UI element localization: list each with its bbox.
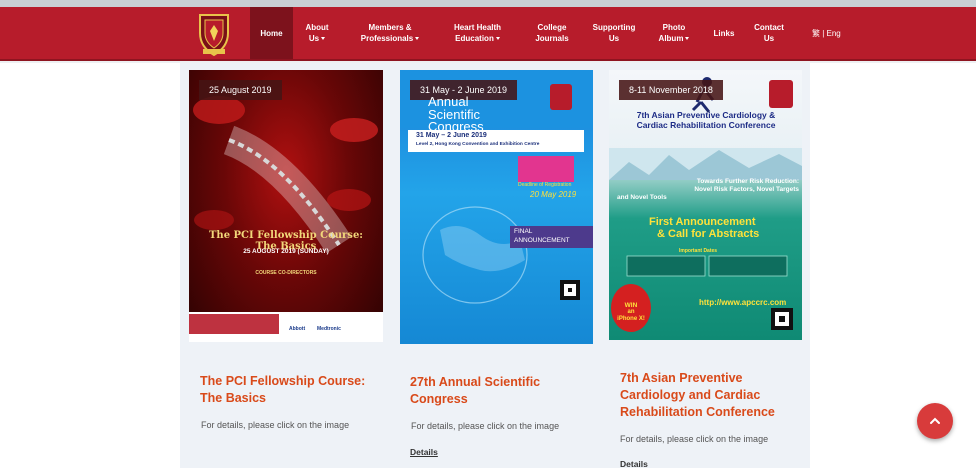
blood-vessel-illustration bbox=[189, 96, 383, 342]
chevron-down-icon bbox=[495, 37, 500, 41]
nav-contact-us[interactable]: Contact Us bbox=[750, 7, 788, 59]
card-title-line: 27th Annual Scientific bbox=[410, 375, 541, 389]
details-link[interactable]: Details bbox=[620, 459, 648, 468]
nav-links[interactable]: Links bbox=[707, 7, 741, 59]
nav-supporting-label-2: Us bbox=[608, 34, 620, 43]
card-title-line: Rehabilitation Conference bbox=[620, 405, 775, 419]
nav-home[interactable]: Home bbox=[250, 7, 293, 59]
nav-college-label-2: Journals bbox=[535, 34, 569, 43]
poster-deadline-label: Deadline of Registration bbox=[518, 182, 572, 188]
nav-contact-label-2: Us bbox=[763, 34, 775, 43]
scroll-to-top-button[interactable] bbox=[917, 403, 953, 439]
nav-supporting-label-1: Supporting bbox=[592, 23, 636, 32]
poster-final: FINAL bbox=[514, 228, 533, 235]
poster-venue: Level 2, Hong Kong Convention and Exhibi… bbox=[416, 142, 540, 147]
card-title-line: 7th Asian Preventive bbox=[620, 371, 743, 385]
nav-members-professionals[interactable]: Members & Professionals bbox=[355, 7, 425, 59]
nav-college-journals[interactable]: College Journals bbox=[527, 7, 577, 59]
details-link[interactable]: Details bbox=[410, 447, 438, 457]
poster-announce-2: & Call for Abstracts bbox=[657, 228, 760, 240]
card-description: For details, please click on the image bbox=[620, 434, 769, 444]
nav-members-label-1: Members & bbox=[368, 23, 412, 32]
card-title-line: The PCI Fellowship Course: bbox=[200, 374, 366, 388]
poster-deadline: 20 May 2019 bbox=[530, 190, 577, 199]
college-crest-logo[interactable] bbox=[195, 11, 233, 57]
event-date-badge: 25 August 2019 bbox=[199, 80, 282, 100]
chevron-down-icon bbox=[685, 37, 690, 41]
nav-photo-album[interactable]: Photo Album bbox=[653, 7, 695, 59]
poster-dates-label: Important Dates bbox=[679, 248, 718, 254]
card-title-pci-course[interactable]: The PCI Fellowship Course: The Basics bbox=[200, 373, 370, 407]
poster-dates: 31 May – 2 June 2019 bbox=[416, 132, 487, 139]
chevron-down-icon bbox=[415, 37, 420, 41]
main-navbar: Home About Us Members & Professionals He… bbox=[0, 7, 976, 61]
poster-prize-1: WIN bbox=[624, 302, 638, 309]
chevron-down-icon bbox=[321, 37, 326, 41]
poster-announcement: ANNOUNCEMENT bbox=[514, 237, 570, 244]
card-description: For details, please click on the image bbox=[411, 421, 560, 431]
nav-heart-label-1: Heart Health bbox=[453, 23, 502, 32]
nav-about-us[interactable]: About Us bbox=[297, 7, 337, 59]
card-description: For details, please click on the image bbox=[201, 420, 350, 430]
annual-congress-poster[interactable]: 31 May - 2 June 2019 Annual Scientific C… bbox=[400, 70, 593, 344]
poster-heading-2: Cardiac Rehabilitation Conference bbox=[636, 120, 776, 130]
nav-supporting-us[interactable]: Supporting Us bbox=[589, 7, 639, 59]
nav-heart-label-2: Education bbox=[455, 34, 494, 43]
poster-heading-1: 7th Asian Preventive Cardiology & bbox=[636, 110, 776, 120]
sponsor-medtronic: Medtronic bbox=[317, 326, 341, 332]
nav-about-label-2: Us bbox=[308, 34, 320, 43]
nav-home-label: Home bbox=[260, 28, 283, 38]
browser-top-strip bbox=[0, 0, 976, 7]
poster-prize-2: an bbox=[627, 309, 635, 315]
nav-members-label-2: Professionals bbox=[360, 34, 414, 43]
language-switcher[interactable]: 繁 | Eng bbox=[812, 28, 841, 39]
poster-sub-2: Novel Risk Factors, Novel Targets bbox=[694, 186, 799, 193]
poster-announce-1: First Announcement bbox=[649, 216, 756, 228]
card-title-line: Cardiology and Cardiac bbox=[620, 388, 761, 402]
apccrc-poster[interactable]: 8-11 November 2018 7th Asian Preventive … bbox=[609, 70, 802, 340]
event-date-badge: 8-11 November 2018 bbox=[619, 80, 723, 100]
card-title-annual-congress[interactable]: 27th Annual Scientific Congress bbox=[410, 374, 580, 408]
nav-college-label-1: College bbox=[537, 23, 567, 32]
nav-contact-label-1: Contact bbox=[754, 23, 784, 32]
poster-prize-3: iPhone X! bbox=[617, 316, 645, 322]
pci-course-poster[interactable]: 25 August 2019 The PCI Fellowship Course… bbox=[189, 70, 383, 342]
nav-about-label-1: About bbox=[305, 23, 329, 32]
nav-links-label: Links bbox=[713, 28, 735, 38]
chevron-up-icon bbox=[930, 417, 940, 424]
poster-directors: COURSE CO-DIRECTORS bbox=[255, 270, 317, 276]
poster-date: 25 AUGUST 2019 (SUNDAY) bbox=[243, 248, 329, 255]
poster-sub-1: Towards Further Risk Reduction: bbox=[696, 178, 799, 185]
nav-heart-health-education[interactable]: Heart Health Education bbox=[445, 7, 510, 59]
nav-photo-label-2: Album bbox=[658, 34, 684, 43]
card-title-apccrc[interactable]: 7th Asian Preventive Cardiology and Card… bbox=[620, 370, 800, 421]
card-title-line: Congress bbox=[410, 392, 468, 406]
nav-photo-label-1: Photo bbox=[662, 23, 686, 32]
card-title-line: The Basics bbox=[200, 391, 267, 405]
sponsor-abbott: Abbott bbox=[289, 326, 306, 332]
poster-sub-3: and Novel Tools bbox=[617, 194, 667, 201]
poster-url: http://www.apccrc.com bbox=[699, 298, 787, 307]
